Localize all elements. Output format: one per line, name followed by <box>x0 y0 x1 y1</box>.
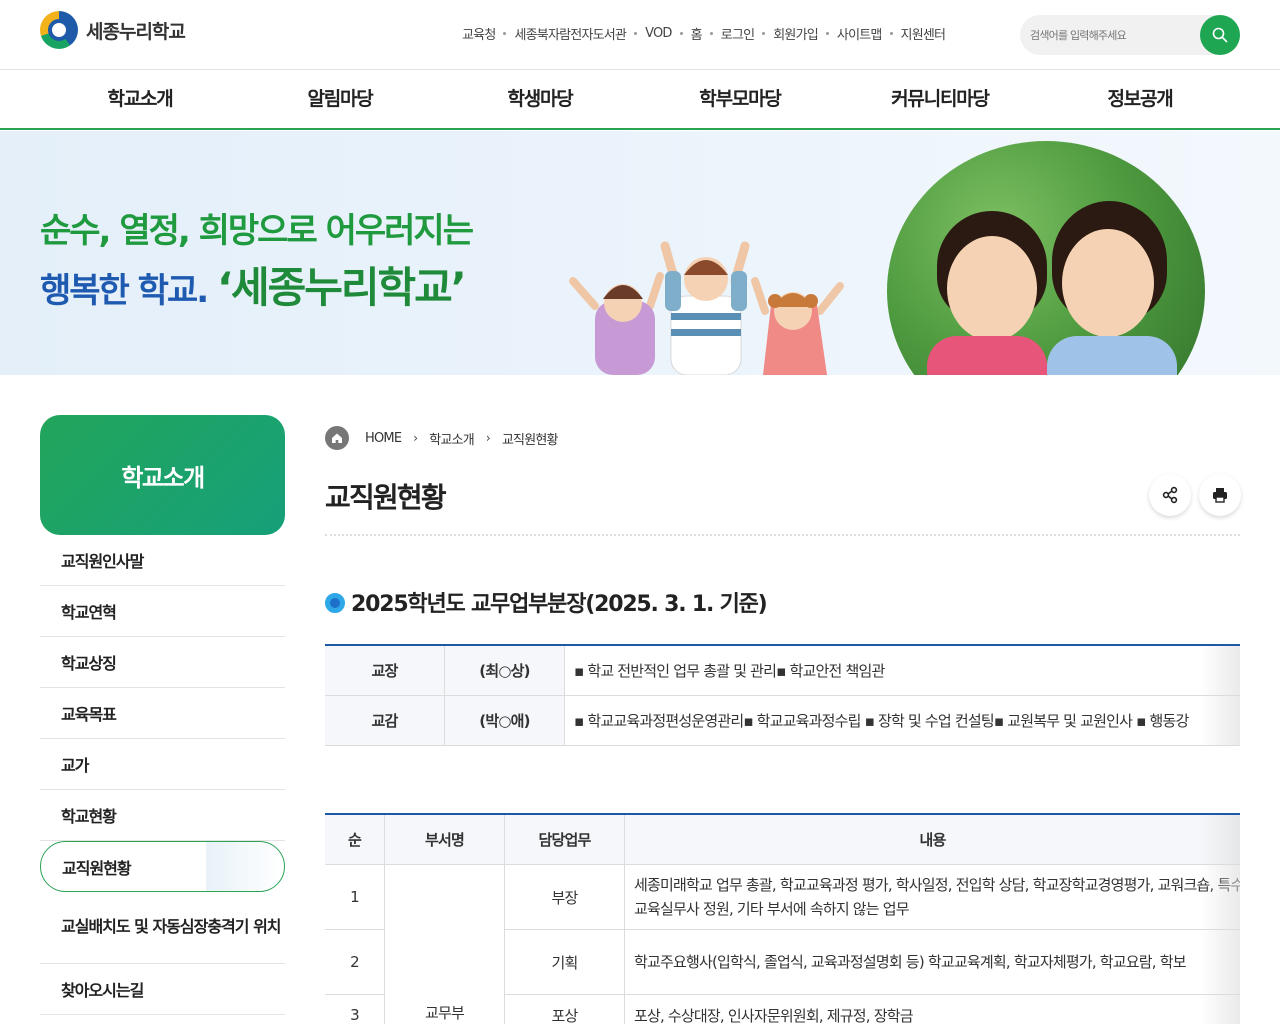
breadcrumb-section[interactable]: 학교소개 <box>429 429 474 448</box>
bullet-circle-icon <box>325 593 345 613</box>
content-cell: 세종미래학교 업무 총괄, 학교교육과정 평가, 학사일정, 전입학 상담, 학… <box>625 865 1240 930</box>
role-cell: 교장 <box>325 646 445 695</box>
home-icon[interactable] <box>325 426 349 450</box>
breadcrumb-current: 교직원현황 <box>501 432 559 448</box>
logo-emblem-icon <box>40 11 78 49</box>
util-link-support-center[interactable]: 지원센터 <box>901 24 946 43</box>
side-item-history[interactable]: 학교연혁 <box>40 586 285 637</box>
breadcrumb: HOME › 학교소개 › 교직원현황 <box>325 426 559 450</box>
scroll-hint <box>1200 815 1240 1024</box>
search-box <box>1020 15 1240 55</box>
duty-table: 순 부서명 담당업무 내용 1 2 3 교무부 부장 기획 포상 세종미래학교 … <box>325 813 1240 1024</box>
name-cell: (박○애) <box>445 696 565 745</box>
share-button[interactable] <box>1149 474 1191 516</box>
util-link-vod[interactable]: VOD <box>645 26 672 41</box>
table-row: 교장 (최○상) ▪ 학교 전반적인 업무 총괄 및 관리▪ 학교안전 책임관 <box>325 646 1240 696</box>
main-navigation: 학교소개 알림마당 학생마당 학부모마당 커뮤니티마당 정보공개 <box>0 71 1280 130</box>
side-item-symbols[interactable]: 학교상징 <box>40 637 285 688</box>
duty-cell: 부장 <box>505 865 625 930</box>
title-divider <box>325 534 1240 536</box>
principal-table: 교장 (최○상) ▪ 학교 전반적인 업무 총괄 및 관리▪ 학교안전 책임관 … <box>325 644 1240 746</box>
cheering-kids-illustration <box>569 241 844 375</box>
header-dept: 부서명 <box>385 815 505 864</box>
nav-students[interactable]: 학생마당 <box>440 71 640 128</box>
util-link-login[interactable]: 로그인 <box>721 24 755 43</box>
page: 세종누리학교 교육청 세종북자람전자도서관 VOD 홈 로그인 회원가입 사이트… <box>0 0 1280 1024</box>
content-cell: ▪ 학교 전반적인 업무 총괄 및 관리▪ 학교안전 책임관 <box>574 662 885 680</box>
students-photo <box>887 141 1205 375</box>
page-title: 교직원현황 <box>325 481 447 514</box>
util-link-edu-office[interactable]: 교육청 <box>462 24 496 43</box>
chevron-right-icon: › <box>485 431 491 445</box>
side-item-status[interactable]: 학교현황 <box>40 790 285 841</box>
search-button[interactable] <box>1200 15 1240 55</box>
side-item-goals[interactable]: 교육목표 <box>40 688 285 739</box>
nav-parents[interactable]: 학부모마당 <box>640 71 840 128</box>
row-no: 3 <box>325 995 385 1024</box>
side-item-directions[interactable]: 찾아오시는길 <box>40 964 285 1015</box>
util-link-library[interactable]: 세종북자람전자도서관 <box>514 24 626 43</box>
row-no: 2 <box>325 930 385 995</box>
banner-slogan-line2: 행복한 학교. ‘세종누리학교’ <box>40 254 467 315</box>
top-bar: 세종누리학교 교육청 세종북자람전자도서관 VOD 홈 로그인 회원가입 사이트… <box>0 0 1280 70</box>
banner-slogan-part-a: 행복한 학교. <box>40 271 209 311</box>
nav-notices[interactable]: 알림마당 <box>240 71 440 128</box>
share-icon <box>1162 486 1178 504</box>
side-item-staff-active[interactable]: 교직원현황 <box>40 841 285 892</box>
side-menu: 교직원인사말 학교연혁 학교상징 교육목표 교가 학교현황 교직원현황 교실배치… <box>40 535 285 1015</box>
util-link-signup[interactable]: 회원가입 <box>773 24 818 43</box>
side-item-classroom-map[interactable]: 교실배치도 및 자동심장충격기 위치 <box>40 892 285 964</box>
duty-cell: 포상 <box>505 995 625 1024</box>
scroll-hint <box>1200 646 1240 746</box>
header-no: 순 <box>325 815 385 864</box>
nav-info-disclosure[interactable]: 정보공개 <box>1040 71 1240 128</box>
chevron-right-icon: › <box>413 431 418 445</box>
role-cell: 교감 <box>325 696 445 745</box>
print-icon <box>1213 488 1227 503</box>
header-duty: 담당업무 <box>505 815 625 864</box>
nav-community[interactable]: 커뮤니티마당 <box>840 71 1040 128</box>
duty-cell: 기획 <box>505 930 625 995</box>
section-title-text: 2025학년도 교무업부분장(2025. 3. 1. 기준) <box>351 592 768 617</box>
hero-banner: 순수, 열정, 희망으로 어우러지는 행복한 학교. ‘세종누리학교’ <box>0 131 1280 375</box>
side-menu-title: 학교소개 <box>40 415 285 535</box>
content-cell: ▪ 학교교육과정편성운영관리▪ 학교교육과정수립 ▪ 장학 및 수업 컨설팅▪ … <box>574 712 1189 730</box>
school-logo[interactable]: 세종누리학교 <box>40 11 186 49</box>
search-icon <box>1212 27 1228 43</box>
banner-slogan-part-b: ‘세종누리학교’ <box>217 263 467 312</box>
section-title: 2025학년도 교무업부분장(2025. 3. 1. 기준) <box>325 586 768 618</box>
content-cell: 학교주요행사(입학식, 졸업식, 교육과정설명회 등) 학교교육계획, 학교자체… <box>625 930 1240 995</box>
banner-slogan-line1: 순수, 열정, 희망으로 어우러지는 <box>40 211 474 251</box>
side-item-song[interactable]: 교가 <box>40 739 285 790</box>
header-content: 내용 <box>625 815 1240 864</box>
util-link-home[interactable]: 홈 <box>691 24 703 43</box>
util-link-sitemap[interactable]: 사이트맵 <box>837 24 882 43</box>
utility-links: 교육청 세종북자람전자도서관 VOD 홈 로그인 회원가입 사이트맵 지원센터 <box>462 24 946 43</box>
row-no: 1 <box>325 865 385 930</box>
breadcrumb-home[interactable]: HOME <box>365 431 402 446</box>
side-item-greeting[interactable]: 교직원인사말 <box>40 535 285 586</box>
dept-cell: 교무부 <box>385 865 505 1024</box>
table-header-row: 순 부서명 담당업무 내용 <box>325 815 1240 865</box>
content-cell: 포상, 수상대장, 인사자문위원회, 제규정, 장학금 <box>634 1006 914 1024</box>
name-cell: (최○상) <box>445 646 565 695</box>
search-input[interactable] <box>1030 15 1200 55</box>
print-button[interactable] <box>1199 474 1241 516</box>
logo-text: 세종누리학교 <box>86 20 186 43</box>
table-row: 교감 (박○애) ▪ 학교교육과정편성운영관리▪ 학교교육과정수립 ▪ 장학 및… <box>325 696 1240 746</box>
nav-school-intro[interactable]: 학교소개 <box>40 71 240 128</box>
